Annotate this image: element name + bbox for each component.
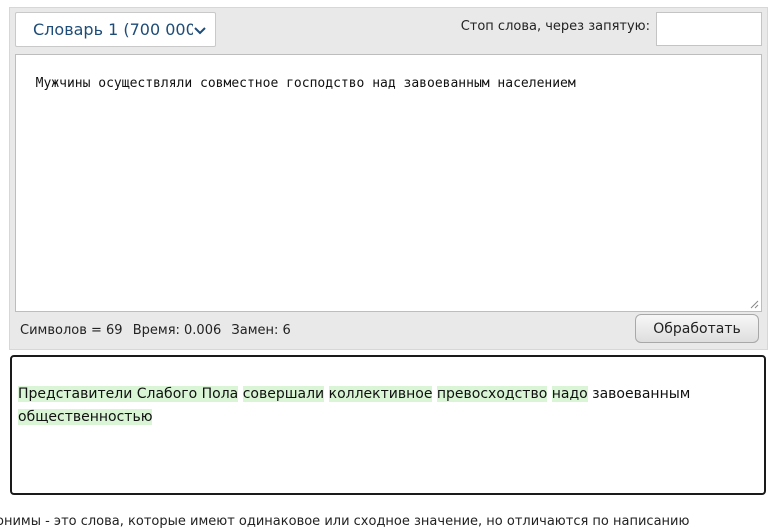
stats-time: Время: 0.006 — [132, 323, 222, 338]
stopwords-label: Стоп слова, через запятую: — [460, 19, 650, 34]
stopwords-input[interactable] — [656, 12, 762, 46]
source-text: Мужчины осуществляли совместное господст… — [35, 76, 576, 91]
chevron-down-icon — [194, 26, 206, 34]
dictionary-select-value: Словарь 1 (700 000) — [33, 20, 193, 39]
resize-grip-icon[interactable] — [749, 299, 759, 309]
stats-replacements: Замен: 6 — [231, 323, 291, 338]
stats-bar: Символов = 69 Время: 0.006 Замен: 6 — [20, 323, 297, 338]
replaced-word: коллективное — [328, 386, 433, 402]
result-text — [324, 386, 328, 402]
result-text: завоеванным — [587, 386, 691, 402]
source-textarea[interactable]: Мужчины осуществляли совместное господст… — [15, 54, 762, 312]
replaced-word: превосходство — [436, 386, 548, 402]
replaced-word: совершали — [242, 386, 325, 402]
result-output: Представители Слабого Пола совершали кол… — [10, 355, 766, 495]
process-button[interactable]: Обработать — [635, 314, 759, 343]
dictionary-select[interactable]: Словарь 1 (700 000) — [15, 12, 216, 47]
stats-chars: Символов = 69 — [20, 323, 123, 338]
replaced-word: Представители Слабого Пола — [18, 386, 239, 402]
footer-text: онимы - это слова, которые имеют одинако… — [0, 514, 690, 529]
replaced-word: надо — [551, 386, 588, 402]
replaced-word: общественностью — [18, 409, 153, 425]
